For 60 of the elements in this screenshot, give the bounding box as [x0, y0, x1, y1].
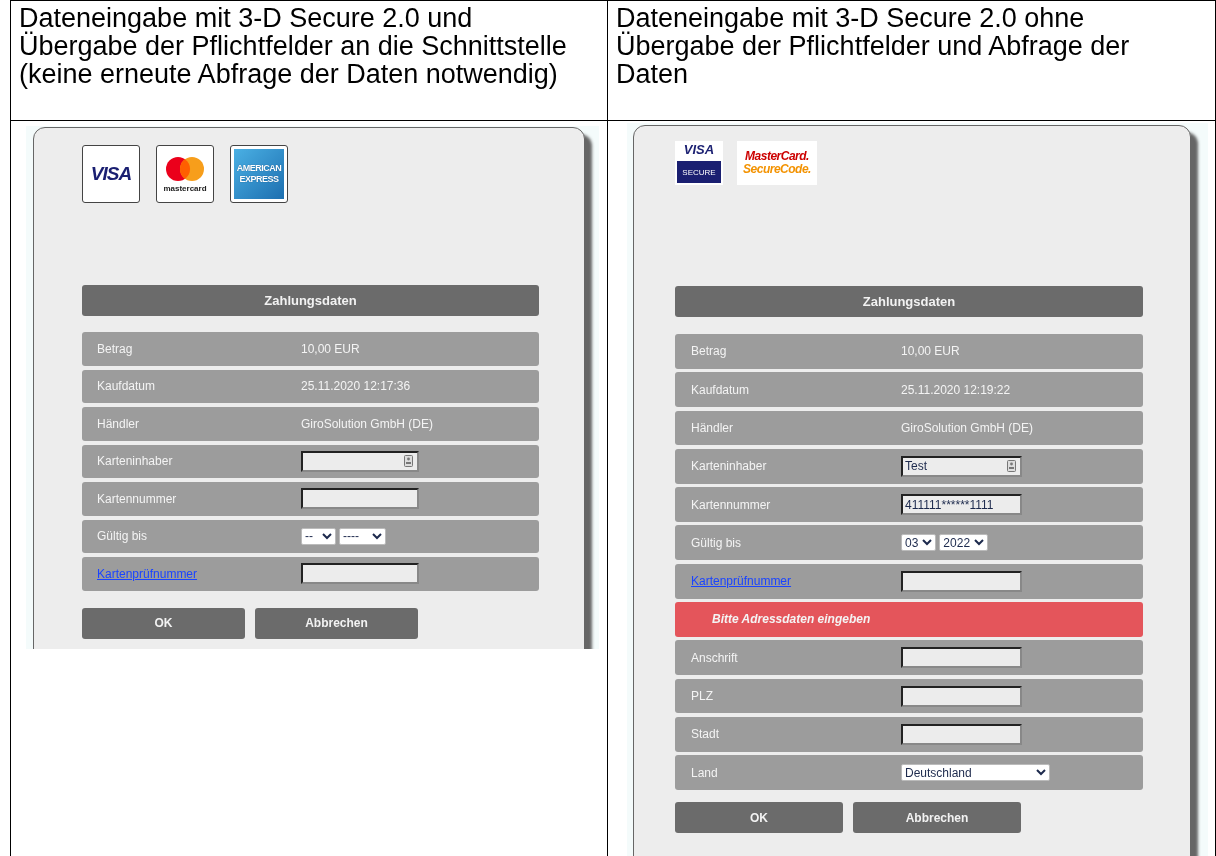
input-field[interactable] — [301, 488, 419, 510]
field-label: Gültig bis — [97, 529, 149, 544]
field-value: GiroSolution GmbH (DE) — [301, 416, 434, 431]
form-button[interactable]: OK — [675, 802, 843, 834]
field-label: Kartennummer — [97, 491, 178, 506]
column-header: Dateneingabe mit 3-D Secure 2.0 ohne Übergabe der Pflichtfelder und Abfrage der Daten — [608, 1, 1216, 121]
year-select[interactable]: ---- — [339, 527, 386, 545]
chevron-icon — [372, 532, 382, 540]
field-value: 10,00 EUR — [301, 341, 360, 356]
field-label: PLZ — [691, 689, 714, 704]
chevron-icon — [922, 539, 933, 547]
field-label: Gültig bis — [691, 535, 743, 550]
field-value: 25.11.2020 12:19:22 — [901, 382, 1011, 397]
field-label: Händler — [691, 421, 735, 435]
field-label: Betrag — [691, 344, 728, 359]
month-select[interactable]: -- — [301, 527, 336, 545]
chevron-icon — [974, 539, 985, 547]
section-title: Zahlungsdaten — [82, 285, 539, 316]
field-value: 10,00 EUR — [901, 344, 960, 359]
field-value: 25.11.2020 12:17:36 — [301, 379, 411, 394]
section-title: Zahlungsdaten — [675, 286, 1143, 317]
field-label: Karteninhaber — [691, 459, 768, 474]
chevron-icon — [322, 532, 332, 540]
logo-text: EXPRESS — [239, 174, 279, 185]
logo-text: MasterCard. — [745, 150, 809, 163]
logo-text: mastercard — [163, 183, 207, 193]
contact-card-icon — [1007, 460, 1016, 473]
form-button[interactable]: OK — [82, 607, 245, 639]
input-field[interactable]: 411111******1111 — [901, 494, 1022, 516]
field-label: Anschrift — [691, 650, 739, 665]
form-button[interactable]: Abbrechen — [255, 607, 418, 639]
year-select[interactable]: 2022 — [939, 534, 989, 552]
logo-text: AMERICAN — [236, 163, 282, 174]
circles-icon — [165, 155, 205, 182]
field-label: Betrag — [97, 341, 134, 356]
field-label: Händler — [97, 416, 141, 431]
field-label: Kaufdatum — [691, 382, 751, 397]
field-label: Stadt — [691, 727, 721, 742]
field-label: Kaufdatum — [97, 379, 157, 394]
logo-text: VISA — [90, 163, 132, 185]
logo-text: SECURE — [677, 161, 721, 183]
input-field[interactable] — [301, 450, 419, 472]
input-field[interactable] — [901, 685, 1022, 707]
input-field[interactable] — [301, 563, 419, 585]
notice-bar: Bitte Adressdaten eingeben — [675, 602, 1143, 637]
field-label: Kartennummer — [691, 497, 772, 512]
field-label: Karteninhaber — [97, 454, 174, 469]
field-label: Land — [691, 765, 719, 780]
input-field[interactable] — [901, 723, 1022, 745]
country-select[interactable]: Deutschland — [901, 764, 1050, 782]
input-field[interactable] — [901, 647, 1022, 669]
input-field[interactable] — [901, 570, 1022, 592]
month-select[interactable]: 03 — [901, 534, 937, 552]
logo-text: VISA — [683, 143, 715, 157]
column-header: Dateneingabe mit 3-D Secure 2.0 und Übergabe der Pflichtfelder an die Schnittstelle (keine erneute Abfrage der Daten notwendig) — [11, 1, 608, 121]
input-field[interactable]: Test — [901, 455, 1022, 477]
logo-text: SecureCode. — [743, 163, 811, 176]
form-button[interactable]: Abbrechen — [853, 802, 1021, 834]
chevron-icon — [1036, 769, 1046, 777]
contact-card-icon — [404, 455, 413, 468]
